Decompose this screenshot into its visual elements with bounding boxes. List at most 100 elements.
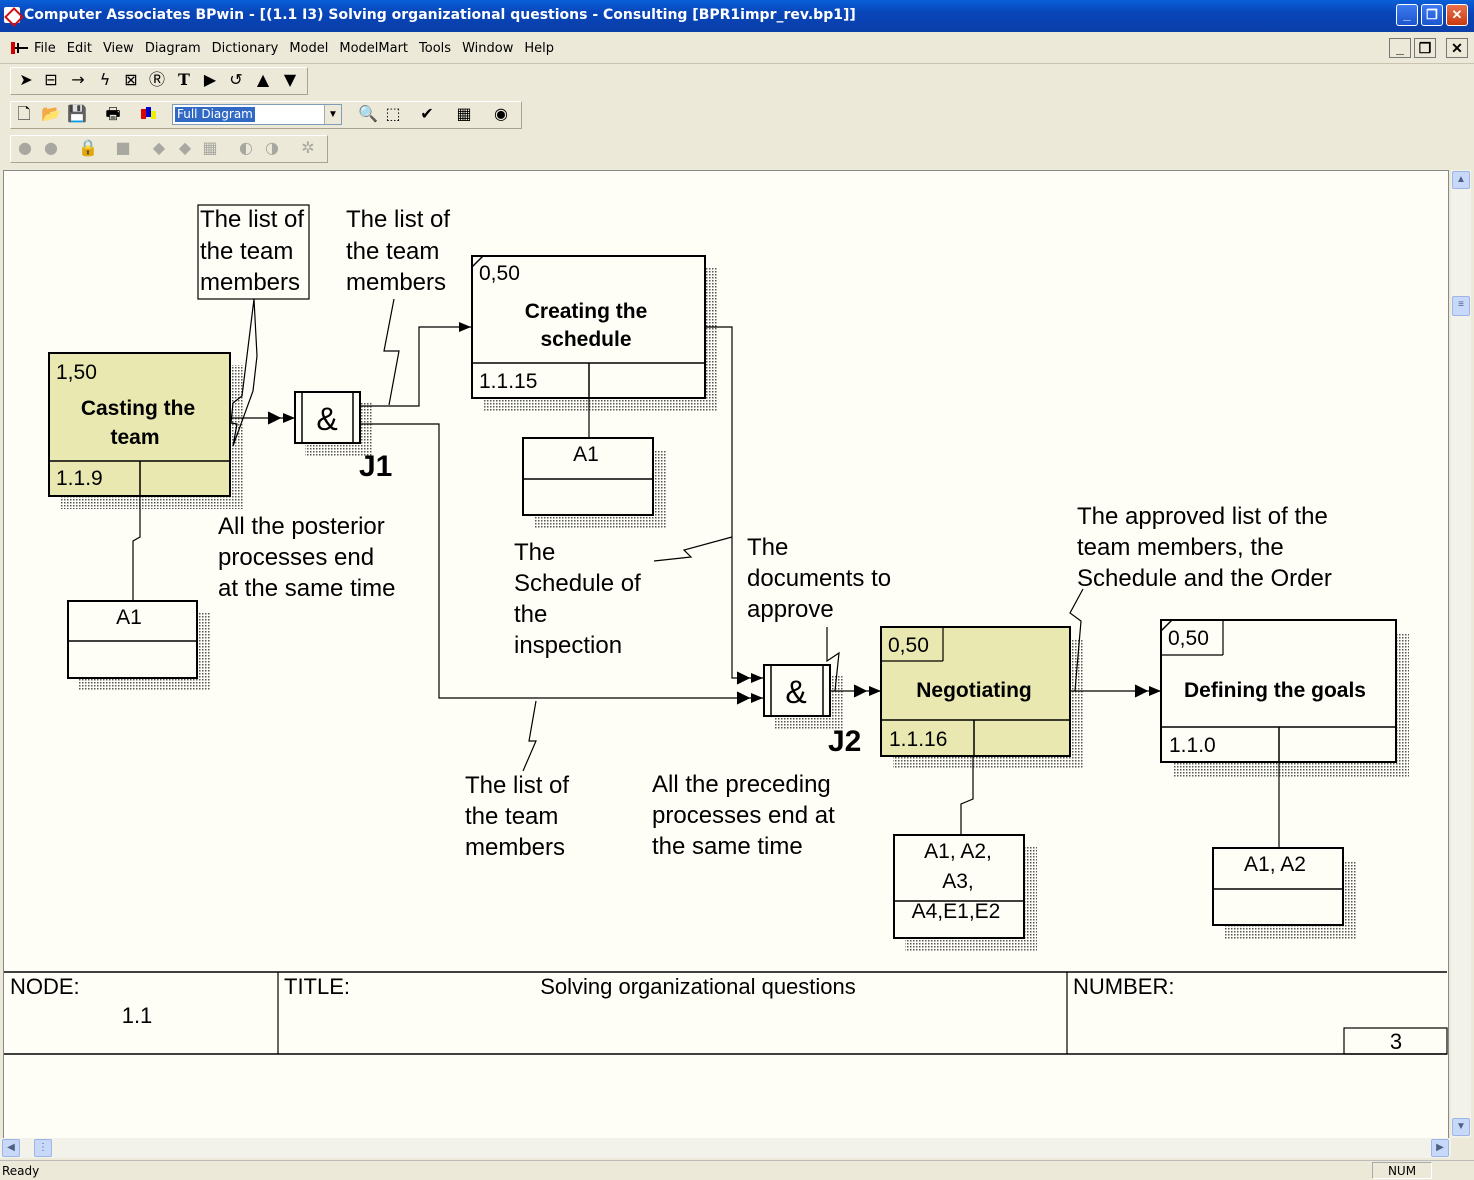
scroll-left-icon[interactable]: ◀ (2, 1139, 20, 1157)
uow-name: Negotiating (916, 679, 1032, 702)
resource-box-casting[interactable]: A1 (67, 600, 198, 679)
go-to-parent-icon[interactable]: ↺ (227, 71, 245, 89)
mdi-restore-button[interactable]: ❐ (1414, 38, 1436, 58)
uow-number: 1.1.16 (889, 728, 947, 751)
referent-tool-icon[interactable]: Ⓡ (148, 71, 166, 89)
resource-box-negotiating[interactable]: A1, A2, A3, A4,E1,E2 (893, 834, 1025, 939)
label-list-boxed: the team (200, 238, 293, 265)
label-list-bottom: The list of (465, 772, 569, 799)
grid-icon[interactable]: ▦ (201, 139, 219, 157)
pointer-icon[interactable]: ➤ (17, 71, 35, 89)
vertical-scrollbar[interactable]: ▲ ≡ ▼ (1451, 170, 1471, 1138)
menu-item-dictionary[interactable]: Dictionary (212, 41, 279, 56)
go-to-child-icon[interactable]: ▶ (201, 71, 219, 89)
label-approved: The approved list of the (1077, 503, 1328, 530)
merge-icon[interactable]: ◑ (263, 139, 281, 157)
print-icon[interactable]: 🖶 (104, 105, 122, 123)
label-list-top: members (346, 269, 446, 296)
app-icon[interactable] (4, 7, 20, 23)
menu-item-diagram[interactable]: Diagram (145, 41, 201, 56)
arrow-tool-icon[interactable]: → (69, 71, 87, 89)
junction-label: J1 (359, 450, 392, 483)
uow-cost: 1,50 (56, 361, 97, 384)
toolbar-modelmart: ● ● 🔒 ■ ◆ ◆ ▦ ◐ ◑ ✲ (0, 132, 1474, 166)
uow-number: 1.1.15 (479, 370, 537, 393)
toolbar-drawing: ➤ ⊟ → ϟ ⊠ Ⓡ T ▶ ↺ ▲ ▼ (0, 64, 1474, 98)
model-explorer-icon[interactable]: ▦ (455, 105, 473, 123)
check-in-icon[interactable]: ◆ (150, 139, 168, 157)
connect-icon[interactable]: ● (16, 139, 34, 157)
squiggle-tool-icon[interactable]: ϟ (96, 71, 114, 89)
label-approved: Schedule and the Order (1077, 565, 1332, 592)
zoom-fit-icon[interactable]: ⬚ (384, 105, 402, 123)
uow-defining-the-goals[interactable]: 0,50 Defining the goals 1.1.0 (1160, 619, 1397, 763)
close-button[interactable]: ✕ (1446, 4, 1468, 26)
zoom-icon[interactable]: 🔍 (358, 105, 378, 123)
label-list-top: The list of (346, 206, 450, 233)
down-icon[interactable]: ▼ (281, 71, 299, 89)
menu-item-view[interactable]: View (103, 41, 134, 56)
label-posterior: processes end (218, 544, 374, 571)
modelmart-icon[interactable]: ◉ (492, 105, 510, 123)
lock-icon[interactable]: 🔒 (78, 139, 98, 157)
label-preceding: the same time (652, 833, 803, 860)
mdi-close-button[interactable]: ✕ (1446, 38, 1468, 58)
save-icon[interactable]: 💾 (67, 105, 87, 123)
document-icon[interactable] (10, 40, 30, 56)
footer-node-value: 1.1 (122, 1003, 153, 1028)
library-icon[interactable]: ■ (114, 139, 132, 157)
horizontal-scrollbar[interactable]: ◀ ⋮ ▶ (0, 1138, 1451, 1158)
uow-name: Creating the (525, 300, 648, 323)
check-out-icon[interactable]: ◆ (176, 139, 194, 157)
menu-item-model[interactable]: Model (289, 41, 328, 56)
resource-text: A3, (942, 870, 974, 893)
title-bar: Computer Associates BPwin - [(1.1 I3) So… (0, 0, 1474, 32)
scroll-thumb[interactable]: ⋮ (34, 1139, 52, 1157)
label-schedule-inspection: Schedule of (514, 570, 641, 597)
scroll-thumb[interactable]: ≡ (1452, 296, 1470, 316)
spell-check-icon[interactable]: ✔ (418, 105, 436, 123)
scroll-down-icon[interactable]: ▼ (1452, 1118, 1470, 1136)
disconnect-icon[interactable]: ● (42, 139, 60, 157)
junction-j2[interactable]: & J2 (763, 664, 861, 758)
menu-item-window[interactable]: Window (462, 41, 513, 56)
scroll-up-icon[interactable]: ▲ (1452, 171, 1470, 189)
footer-number-label: NUMBER: (1073, 974, 1174, 999)
new-file-icon[interactable]: 🗋 (15, 105, 33, 123)
menu-item-tools[interactable]: Tools (419, 41, 451, 56)
chevron-down-icon[interactable]: ▼ (324, 105, 341, 124)
uow-name: Casting the (81, 397, 195, 420)
restore-button[interactable]: ❐ (1421, 4, 1443, 26)
uow-creating-the-schedule[interactable]: 0,50 Creating the schedule 1.1.15 (471, 255, 706, 399)
box-tool-icon[interactable]: ⊟ (42, 71, 60, 89)
uow-casting-the-team[interactable]: 1,50 Casting the team 1.1.9 (48, 352, 231, 497)
reference-tool-icon[interactable]: ⊠ (122, 71, 140, 89)
label-preceding: All the preceding (652, 771, 831, 798)
minimize-button[interactable]: _ (1396, 4, 1418, 26)
toolbar-standard: 🗋 📂 💾 🖶 Full Diagram ▼ 🔍 ⬚ ✔ ▦ ◉ (0, 98, 1474, 132)
menu-item-modelmart[interactable]: ModelMart (339, 41, 408, 56)
open-folder-icon[interactable]: 📂 (41, 105, 61, 123)
resource-text: A1 (116, 606, 142, 629)
diagram-canvas[interactable]: 1,50 Casting the team 1.1.9 A1 0,50 Crea… (3, 170, 1449, 1140)
menu-item-help[interactable]: Help (524, 41, 554, 56)
up-icon[interactable]: ▲ (254, 71, 272, 89)
status-bar: Ready NUM (0, 1160, 1474, 1180)
label-list-boxed: members (200, 269, 300, 296)
menu-item-file[interactable]: File (34, 41, 56, 56)
label-documents: approve (747, 596, 834, 623)
mdi-minimize-button[interactable]: _ (1389, 38, 1411, 58)
zoom-select[interactable]: Full Diagram ▼ (172, 104, 342, 125)
resource-box-defining[interactable]: A1, A2 (1212, 847, 1344, 926)
menu-item-edit[interactable]: Edit (67, 41, 92, 56)
menu-items: File Edit View Diagram Dictionary Model ModelM… (34, 41, 554, 56)
uow-negotiating[interactable]: 0,50 Negotiating 1.1.16 (880, 626, 1071, 757)
text-tool-icon[interactable]: T (175, 71, 193, 89)
junction-symbol: & (316, 401, 337, 437)
resource-box-creating[interactable]: A1 (522, 437, 654, 516)
color-icon[interactable] (140, 105, 158, 123)
scroll-right-icon[interactable]: ▶ (1431, 1139, 1449, 1157)
window-title: Computer Associates BPwin - [(1.1 I3) So… (24, 7, 856, 23)
settings-icon[interactable]: ✲ (299, 139, 317, 157)
users-icon[interactable]: ◐ (237, 139, 255, 157)
